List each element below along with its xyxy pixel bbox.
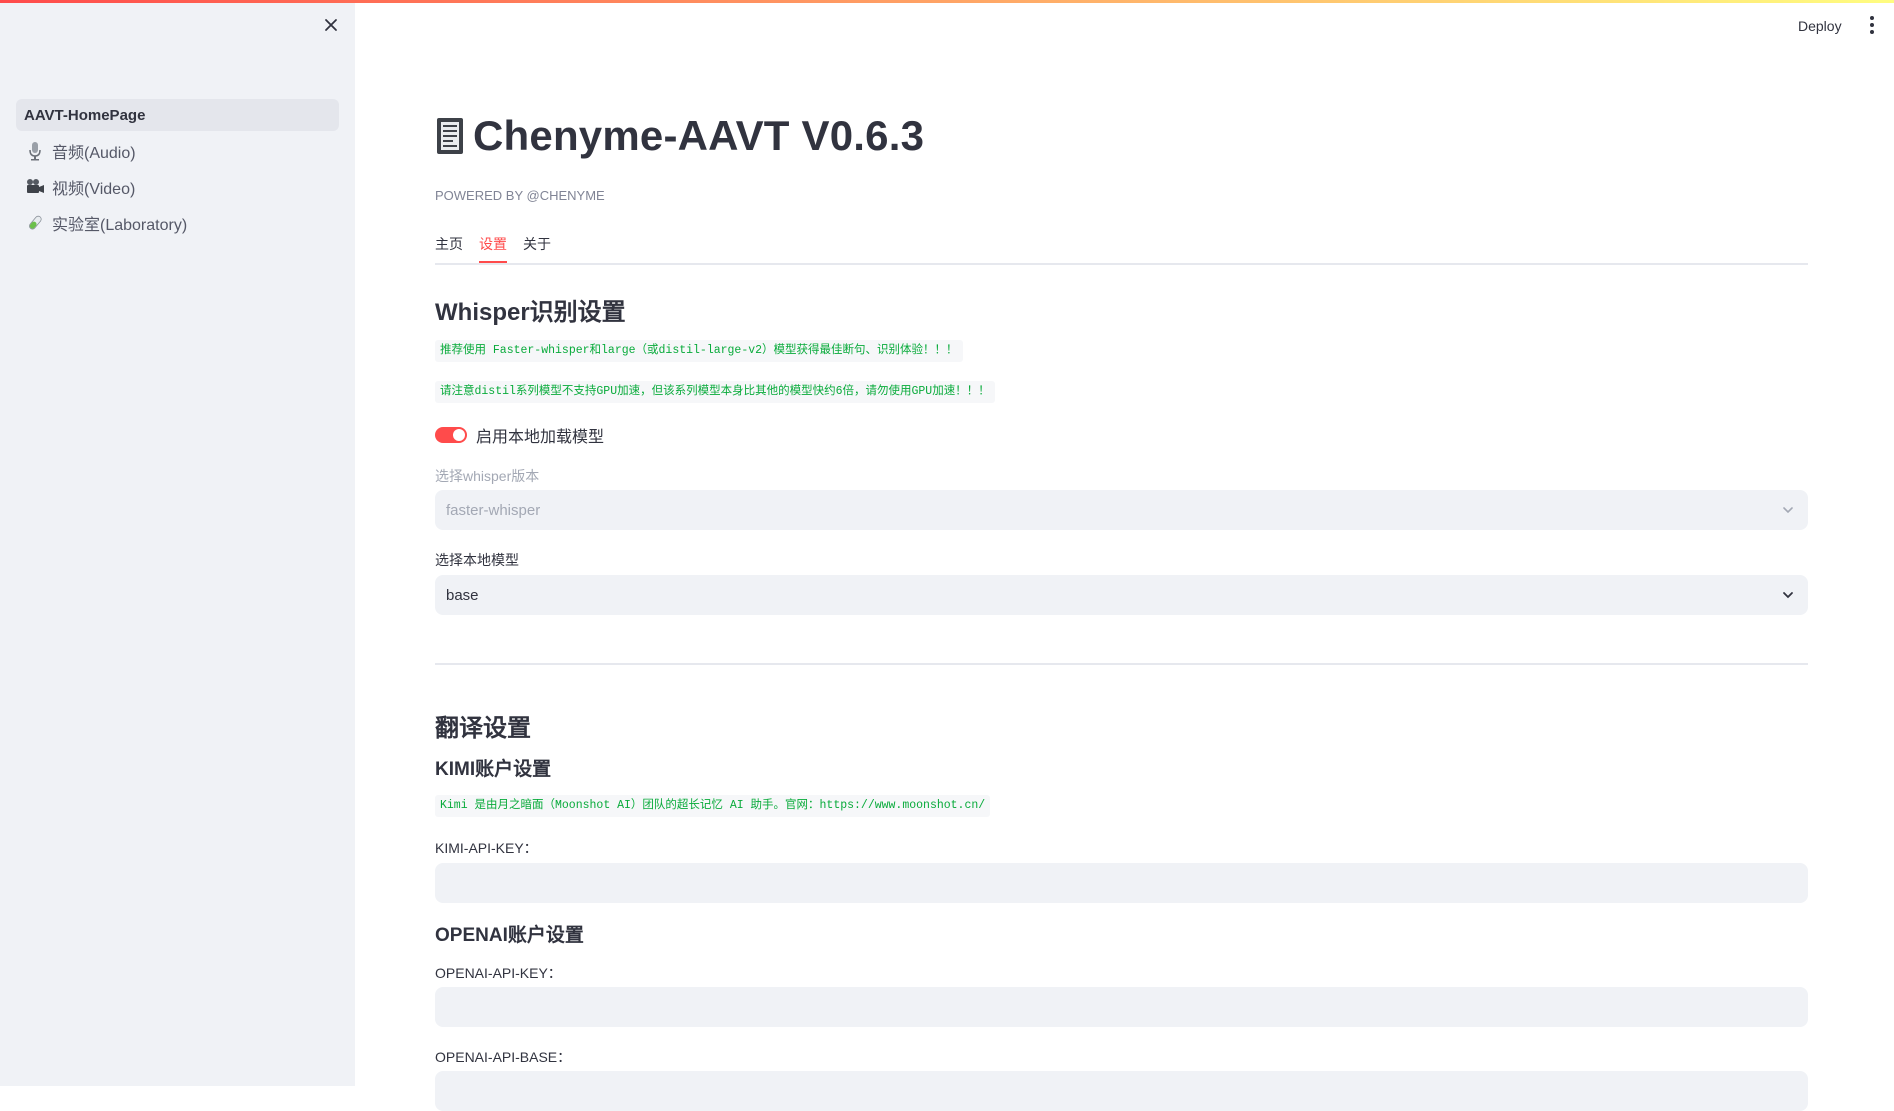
sidebar-item-video[interactable]: 视频(Video)	[16, 171, 339, 203]
select-value: faster-whisper	[446, 501, 541, 519]
whisper-version-select[interactable]: faster-whisper	[435, 490, 1808, 530]
section-divider	[435, 663, 1808, 665]
kimi-api-key-input[interactable]	[435, 863, 1808, 903]
whisper-settings-heading: Whisper识别设置	[435, 299, 626, 326]
sidebar-item-label: 实验室(Laboratory)	[52, 217, 188, 234]
more-vertical-icon[interactable]	[1862, 12, 1882, 38]
tab-bar: 主页 设置 关于	[435, 230, 1808, 265]
toggle-switch[interactable]	[435, 427, 467, 443]
whisper-version-label: 选择whisper版本	[435, 468, 540, 484]
kimi-info-note: Kimi 是由月之暗面（Moonshot AI）团队的超长记忆 AI 助手。官网…	[435, 795, 991, 817]
title-row: Chenyme-AAVT V0.6.3	[435, 112, 924, 160]
page-title: Chenyme-AAVT V0.6.3	[473, 112, 925, 159]
chevron-down-icon	[1783, 592, 1793, 599]
document-icon	[435, 116, 465, 156]
kimi-api-key-label: KIMI-API-KEY：	[435, 840, 538, 856]
tab-about[interactable]: 关于	[523, 230, 551, 261]
sidebar: AAVT-HomePage 音频(Audio) 视频(Video) 实验室(La…	[0, 0, 355, 1086]
deploy-button[interactable]: Deploy	[1790, 14, 1850, 38]
microphone-icon	[24, 141, 46, 161]
toggle-label: 启用本地加载模型	[476, 429, 605, 446]
whisper-recommend-note: 推荐使用 Faster-whisper和large（或distil-large-…	[435, 340, 963, 362]
local-model-toggle[interactable]: 启用本地加载模型	[435, 423, 604, 447]
openai-api-base-input[interactable]	[435, 1071, 1808, 1111]
chevron-down-icon	[1783, 507, 1793, 514]
openai-api-key-label: OPENAI-API-KEY：	[435, 965, 562, 981]
page-caption: POWERED BY @CHENYME	[435, 188, 605, 203]
sidebar-item-label: AAVT-HomePage	[24, 106, 146, 124]
sidebar-item-audio[interactable]: 音频(Audio)	[16, 135, 339, 167]
openai-account-heading: OPENAI账户设置	[435, 925, 584, 946]
local-model-label: 选择本地模型	[435, 552, 519, 568]
close-icon[interactable]	[318, 12, 344, 38]
tab-home[interactable]: 主页	[435, 230, 463, 261]
tab-settings[interactable]: 设置	[479, 230, 507, 263]
openai-api-base-label: OPENAI-API-BASE：	[435, 1049, 572, 1065]
kimi-account-heading: KIMI账户设置	[435, 759, 552, 780]
openai-api-key-input[interactable]	[435, 987, 1808, 1027]
sidebar-item-laboratory[interactable]: 实验室(Laboratory)	[16, 207, 339, 239]
test-tube-icon	[24, 213, 46, 233]
header-decoration-bar	[0, 0, 1894, 3]
select-value: base	[446, 586, 479, 604]
sidebar-item-label: 音频(Audio)	[52, 145, 136, 162]
sidebar-item-homepage[interactable]: AAVT-HomePage	[16, 99, 339, 131]
sidebar-nav: AAVT-HomePage 音频(Audio) 视频(Video) 实验室(La…	[16, 99, 339, 243]
local-model-select[interactable]: base	[435, 575, 1808, 615]
video-camera-icon	[24, 177, 46, 197]
translation-settings-heading: 翻译设置	[435, 715, 531, 742]
whisper-gpu-note: 请注意distil系列模型不支持GPU加速，但该系列模型本身比其他的模型快约6倍…	[435, 381, 995, 403]
sidebar-item-label: 视频(Video)	[52, 181, 136, 198]
